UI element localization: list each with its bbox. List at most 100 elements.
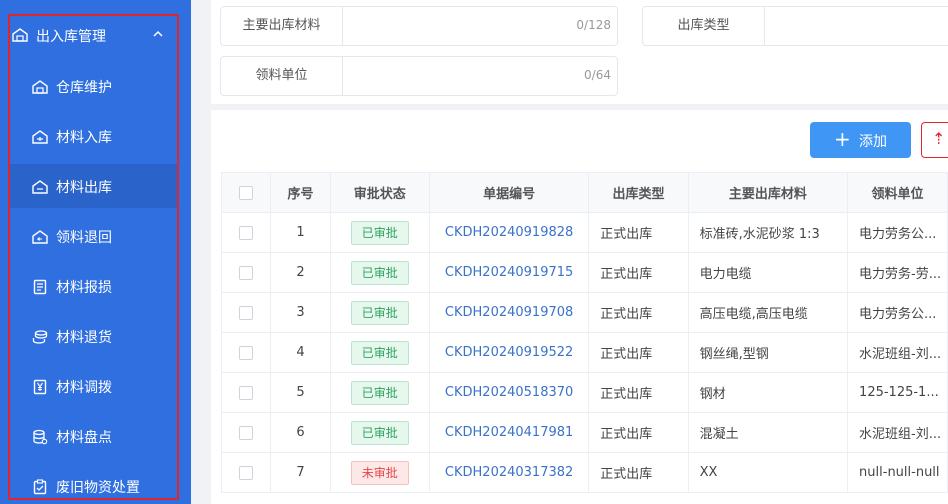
sidebar-item-material-refund[interactable]: 材料退货 [10, 314, 177, 358]
return-box-icon [32, 230, 48, 244]
sidebar-item-label: 材料出库 [56, 180, 112, 196]
row-no: 2 [270, 252, 331, 293]
yen-doc-icon [33, 379, 47, 395]
row-material: 高压电缆,高压电缆 [687, 292, 849, 333]
row-checkbox[interactable] [239, 225, 254, 240]
row-checkbox[interactable] [239, 305, 254, 320]
doc-link[interactable]: CKDH20240919522 [445, 345, 573, 360]
status-badge: 已审批 [350, 260, 409, 285]
row-unit: 水泥班组-刘... [847, 332, 948, 373]
row-type: 正式出库 [588, 452, 689, 493]
doc-link[interactable]: CKDH20240417981 [445, 425, 573, 440]
table-row[interactable]: 2 已审批 CKDH20240919715 正式出库 电力电缆 电力劳务-劳..… [220, 252, 948, 293]
row-checkbox[interactable] [239, 465, 254, 480]
status-badge: 已审批 [350, 300, 409, 325]
export-button[interactable]: ⇡ [921, 122, 948, 158]
row-material: 混凝土 [687, 412, 849, 453]
table-header-row: 序号 审批状态 单据编号 出库类型 主要出库材料 领料单位 [220, 172, 948, 213]
coins-icon [32, 330, 48, 344]
row-no: 1 [270, 212, 331, 253]
sidebar-item-material-damage[interactable]: 材料报损 [10, 264, 177, 308]
doc-link[interactable]: CKDH20240919715 [445, 265, 573, 280]
warehouse-out-icon [32, 180, 48, 194]
header-material: 主要出库材料 [687, 172, 849, 213]
table-row[interactable]: 3 已审批 CKDH20240919708 正式出库 高压电缆,高压电缆 电力劳… [220, 292, 948, 333]
out-type-label: 出库类型 [643, 7, 765, 45]
table-row[interactable]: 6 已审批 CKDH20240417981 正式出库 混凝土 水泥班组-刘... [220, 412, 948, 453]
row-unit: 125-125-1... [847, 372, 948, 413]
out-type-select[interactable]: 出库类型 [642, 6, 948, 46]
status-badge: 已审批 [350, 420, 409, 445]
sidebar-item-material-inventory[interactable]: 材料盘点 [10, 414, 177, 458]
table-row[interactable]: 1 已审批 CKDH20240919828 正式出库 标准砖,水泥砂浆 1:3 … [220, 212, 948, 253]
add-button[interactable]: + 添加 [810, 122, 911, 158]
warehouse-in-icon [32, 130, 48, 144]
row-material: 钢丝绳,型钢 [687, 332, 849, 373]
header-doc: 单据编号 [428, 172, 590, 213]
select-all-cell[interactable] [220, 172, 272, 213]
row-no: 5 [270, 372, 331, 413]
sidebar-item-label: 材料盘点 [56, 430, 112, 446]
sidebar-item-label: 废旧物资处置 [56, 480, 140, 496]
document-icon [33, 279, 47, 295]
row-material: 电力电缆 [687, 252, 849, 293]
row-no: 6 [270, 412, 331, 453]
sidebar-item-waste-disposal[interactable]: 废旧物资处置 [10, 464, 177, 504]
doc-link[interactable]: CKDH20240518370 [445, 385, 573, 400]
doc-link[interactable]: CKDH20240317382 [445, 465, 573, 480]
plus-icon: + [834, 127, 851, 151]
chevron-up-icon[interactable] [152, 28, 164, 40]
menu-group-inout[interactable]: 出入库管理 [10, 20, 177, 50]
status-badge: 已审批 [350, 340, 409, 365]
select-all-checkbox[interactable] [239, 185, 254, 200]
sidebar-item-material-transfer[interactable]: 材料调拨 [10, 364, 177, 408]
sidebar-item-label: 材料退货 [56, 330, 112, 346]
database-icon [33, 429, 48, 445]
sidebar-item-material-in[interactable]: 材料入库 [10, 114, 177, 158]
warehouse-icon [32, 80, 48, 94]
sidebar-item-label: 材料调拨 [56, 380, 112, 396]
table-row[interactable]: 4 已审批 CKDH20240919522 正式出库 钢丝绳,型钢 水泥班组-刘… [220, 332, 948, 373]
clipboard-check-icon [33, 479, 47, 495]
main-material-count: 0/128 [576, 18, 611, 32]
search-panel: 主要出库材料 0/128 出库类型 领料单位 0/64 [211, 0, 948, 104]
main-material-field[interactable]: 主要出库材料 0/128 [220, 6, 618, 46]
row-material: 钢材 [687, 372, 849, 413]
unit-count: 0/64 [584, 68, 611, 82]
unit-label: 领料单位 [221, 57, 343, 95]
header-status: 审批状态 [329, 172, 430, 213]
row-checkbox[interactable] [239, 425, 254, 440]
sidebar: 出入库管理 仓库维护 材料入库 材料出库 领料退回 材料报损 材料退货 材料调拨… [0, 0, 191, 504]
row-type: 正式出库 [588, 292, 689, 333]
sidebar-item-label: 仓库维护 [56, 80, 112, 96]
header-no: 序号 [270, 172, 331, 213]
sidebar-item-label: 材料报损 [56, 280, 112, 296]
sidebar-item-label: 材料入库 [56, 130, 112, 146]
menu-group-label: 出入库管理 [36, 29, 106, 45]
row-unit: 电力劳务公... [847, 212, 948, 253]
sidebar-item-material-return[interactable]: 领料退回 [10, 214, 177, 258]
row-checkbox[interactable] [239, 345, 254, 360]
row-no: 3 [270, 292, 331, 333]
sidebar-item-material-out[interactable]: 材料出库 [10, 164, 177, 208]
row-unit: null-null-null [847, 452, 948, 493]
doc-link[interactable]: CKDH20240919708 [445, 305, 573, 320]
row-type: 正式出库 [588, 252, 689, 293]
status-badge: 未审批 [350, 460, 409, 485]
warehouse-icon [12, 28, 28, 42]
table-panel: + 添加 ⇡ 序号 审批状态 单据编号 出库类型 主要出库材料 领料单位 1 已… [211, 110, 948, 504]
row-unit: 水泥班组-刘... [847, 412, 948, 453]
unit-field[interactable]: 领料单位 0/64 [220, 56, 618, 96]
sidebar-item-warehouse[interactable]: 仓库维护 [10, 64, 177, 108]
table-row[interactable]: 5 已审批 CKDH20240518370 正式出库 钢材 125-125-1.… [220, 372, 948, 413]
sidebar-menu: 出入库管理 仓库维护 材料入库 材料出库 领料退回 材料报损 材料退货 材料调拨… [8, 14, 179, 500]
main-material-label: 主要出库材料 [221, 7, 343, 45]
row-checkbox[interactable] [239, 385, 254, 400]
row-material: XX [687, 452, 849, 493]
doc-link[interactable]: CKDH20240919828 [445, 225, 573, 240]
row-checkbox[interactable] [239, 265, 254, 280]
row-type: 正式出库 [588, 212, 689, 253]
table-row[interactable]: 7 未审批 CKDH20240317382 正式出库 XX null-null-… [220, 452, 948, 493]
upload-icon: ⇡ [932, 129, 946, 148]
row-type: 正式出库 [588, 372, 689, 413]
